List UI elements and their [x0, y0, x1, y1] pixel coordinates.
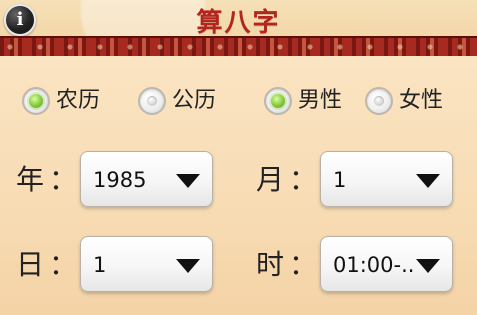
radio-female[interactable]: 女性: [365, 86, 443, 116]
app-title: 算八字: [196, 8, 281, 38]
day-value: 1: [93, 255, 107, 276]
app-header: 算八字 i: [0, 0, 477, 56]
hour-colon: ：: [289, 248, 318, 281]
dropdown-caret-icon: [416, 259, 440, 273]
dropdown-caret-icon: [416, 174, 440, 188]
hour-value: 01:00-..: [333, 255, 415, 276]
year-spinner[interactable]: 1985: [80, 151, 213, 207]
radio-male[interactable]: 男性: [264, 86, 342, 116]
decorative-pattern-band: [0, 36, 477, 56]
radio-gregorian-calendar[interactable]: 公历: [138, 86, 216, 116]
radio-lunar-calendar[interactable]: 农历: [22, 86, 100, 116]
radio-male-label: 男性: [298, 88, 343, 113]
radio-selected-icon: [264, 87, 292, 115]
day-colon: ：: [49, 248, 78, 281]
radio-female-label: 女性: [399, 88, 444, 113]
year-value: 1985: [93, 170, 147, 191]
radio-unselected-icon: [138, 87, 166, 115]
year-label: 年: [16, 163, 45, 196]
year-colon: ：: [49, 163, 78, 196]
dropdown-caret-icon: [176, 174, 200, 188]
dropdown-caret-icon: [176, 259, 200, 273]
hour-spinner[interactable]: 01:00-..: [320, 236, 453, 292]
radio-selected-icon: [22, 87, 50, 115]
day-spinner[interactable]: 1: [80, 236, 213, 292]
info-icon: i: [16, 9, 24, 30]
radio-gregorian-label: 公历: [172, 88, 217, 113]
month-spinner[interactable]: 1: [320, 151, 453, 207]
radio-unselected-icon: [365, 87, 393, 115]
month-value: 1: [333, 170, 347, 191]
radio-lunar-label: 农历: [56, 88, 101, 113]
month-label: 月: [256, 163, 285, 196]
day-label: 日: [16, 248, 45, 281]
month-colon: ：: [289, 163, 318, 196]
hour-label: 时: [256, 248, 285, 281]
info-button[interactable]: i: [4, 4, 36, 36]
